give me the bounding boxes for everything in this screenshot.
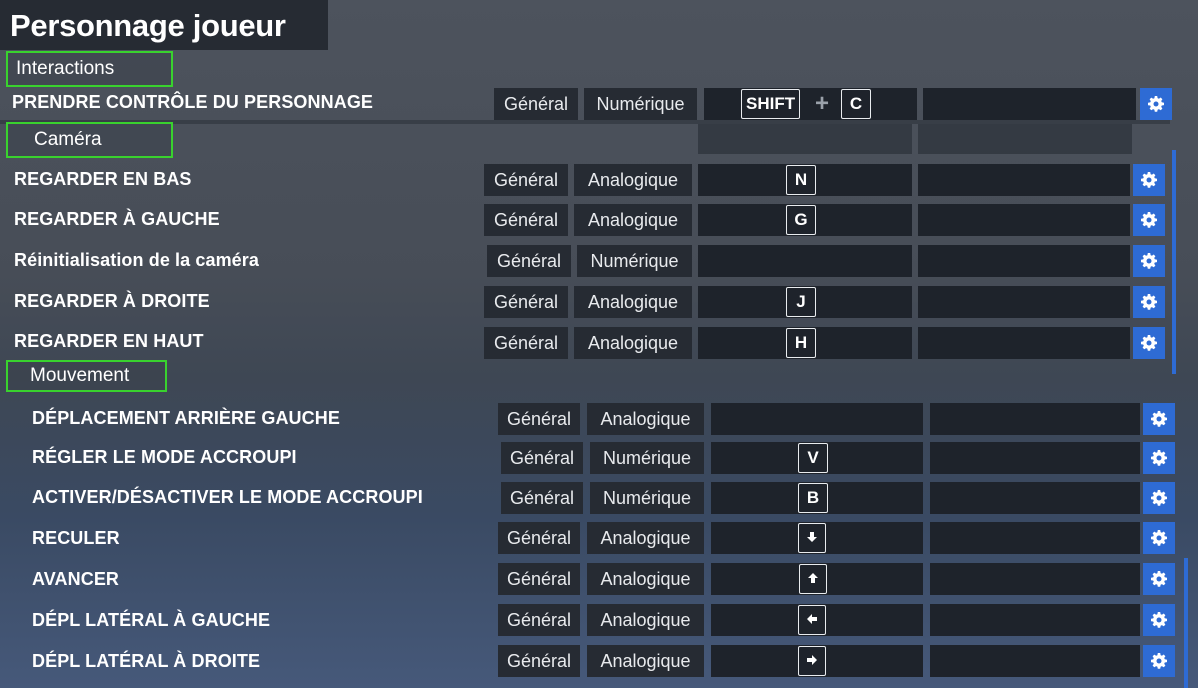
page-title: Personnage joueur	[0, 0, 328, 50]
binding-label: REGARDER EN BAS	[14, 169, 192, 189]
binding-label: REGARDER À GAUCHE	[14, 209, 220, 229]
category-cell: Général	[484, 204, 568, 236]
secondary-binding-field[interactable]	[930, 442, 1140, 474]
key-shift: SHIFT	[741, 89, 801, 119]
arrow-down-icon	[798, 523, 826, 553]
primary-binding-field[interactable]	[698, 245, 912, 277]
arrow-up-icon	[799, 564, 827, 594]
key-c: C	[841, 89, 871, 119]
input-type-cell: Analogique	[587, 563, 704, 595]
binding-label: DÉPLACEMENT ARRIÈRE GAUCHE	[32, 408, 340, 428]
secondary-binding-field[interactable]	[923, 88, 1136, 120]
section-header-interactions[interactable]: Interactions	[6, 51, 173, 87]
arrow-right-icon	[798, 646, 826, 676]
key-b: B	[798, 483, 828, 513]
scrollbar[interactable]	[1172, 150, 1176, 374]
gear-icon[interactable]	[1140, 88, 1172, 120]
key-n: N	[786, 165, 816, 195]
input-type-cell: Analogique	[574, 164, 692, 196]
secondary-binding-field[interactable]	[930, 563, 1140, 595]
input-type-cell: Numérique	[577, 245, 692, 277]
secondary-binding-field[interactable]	[930, 604, 1140, 636]
secondary-binding-field[interactable]	[918, 204, 1130, 236]
plus-icon: +	[815, 90, 830, 117]
category-cell: Général	[498, 645, 580, 677]
gear-icon[interactable]	[1143, 645, 1175, 677]
input-type-cell: Analogique	[587, 403, 704, 435]
secondary-binding-field[interactable]	[930, 645, 1140, 677]
category-cell: Général	[494, 88, 578, 120]
gear-icon[interactable]	[1133, 204, 1165, 236]
category-cell: Général	[484, 286, 568, 318]
binding-label: RÉGLER LE MODE ACCROUPI	[32, 447, 297, 467]
secondary-binding-field[interactable]	[930, 403, 1140, 435]
input-type-cell: Analogique	[574, 286, 692, 318]
binding-label: PRENDRE CONTRÔLE DU PERSONNAGE	[12, 92, 374, 112]
key-h: H	[786, 328, 816, 358]
section-header-mouvement[interactable]: Mouvement	[6, 360, 167, 392]
binding-label: RECULER	[32, 528, 120, 548]
input-type-cell: Numérique	[584, 88, 697, 120]
binding-label: DÉPL LATÉRAL À DROITE	[32, 651, 261, 671]
binding-label: ACTIVER/DÉSACTIVER LE MODE ACCROUPI	[32, 487, 423, 507]
binding-label: REGARDER EN HAUT	[14, 331, 204, 351]
category-cell: Général	[498, 403, 580, 435]
category-cell: Général	[498, 563, 580, 595]
gear-icon[interactable]	[1133, 245, 1165, 277]
gear-icon[interactable]	[1143, 442, 1175, 474]
gear-icon[interactable]	[1143, 403, 1175, 435]
gear-icon[interactable]	[1143, 563, 1175, 595]
category-cell: Général	[484, 164, 568, 196]
section-header-camera[interactable]: Caméra	[6, 122, 173, 158]
gear-icon[interactable]	[1133, 164, 1165, 196]
section-label: Caméra	[34, 129, 102, 150]
gear-icon[interactable]	[1133, 327, 1165, 359]
primary-binding-field[interactable]	[704, 88, 917, 120]
secondary-binding-field[interactable]	[930, 522, 1140, 554]
primary-binding-field[interactable]	[711, 403, 923, 435]
gear-icon[interactable]	[1143, 522, 1175, 554]
key-g: G	[786, 205, 816, 235]
secondary-binding-field[interactable]	[918, 286, 1130, 318]
category-cell: Général	[501, 442, 583, 474]
binding-label: REGARDER À DROITE	[14, 291, 210, 311]
gear-icon[interactable]	[1133, 286, 1165, 318]
section-label: Interactions	[16, 58, 115, 79]
gear-icon[interactable]	[1143, 604, 1175, 636]
arrow-left-icon	[798, 605, 826, 635]
key-j: J	[786, 287, 816, 317]
binding-label: DÉPL LATÉRAL À GAUCHE	[32, 610, 271, 630]
binding-label: Réinitialisation de la caméra	[14, 250, 259, 270]
secondary-binding-field[interactable]	[918, 245, 1130, 277]
category-cell: Général	[498, 522, 580, 554]
key-v: V	[798, 443, 828, 473]
secondary-binding-field[interactable]	[918, 164, 1130, 196]
category-cell: Général	[501, 482, 583, 514]
binding-label: AVANCER	[32, 569, 120, 589]
category-cell: Général	[487, 245, 571, 277]
input-type-cell: Analogique	[587, 604, 704, 636]
input-type-cell: Numérique	[590, 482, 704, 514]
secondary-binding-field[interactable]	[918, 327, 1130, 359]
input-type-cell: Analogique	[574, 327, 692, 359]
category-cell: Général	[498, 604, 580, 636]
input-type-cell: Analogique	[587, 522, 704, 554]
secondary-binding-field[interactable]	[930, 482, 1140, 514]
category-cell: Général	[484, 327, 568, 359]
scrollbar[interactable]	[1184, 558, 1188, 688]
input-type-cell: Numérique	[590, 442, 704, 474]
input-type-cell: Analogique	[574, 204, 692, 236]
input-type-cell: Analogique	[587, 645, 704, 677]
section-label: Mouvement	[30, 365, 130, 386]
gear-icon[interactable]	[1143, 482, 1175, 514]
